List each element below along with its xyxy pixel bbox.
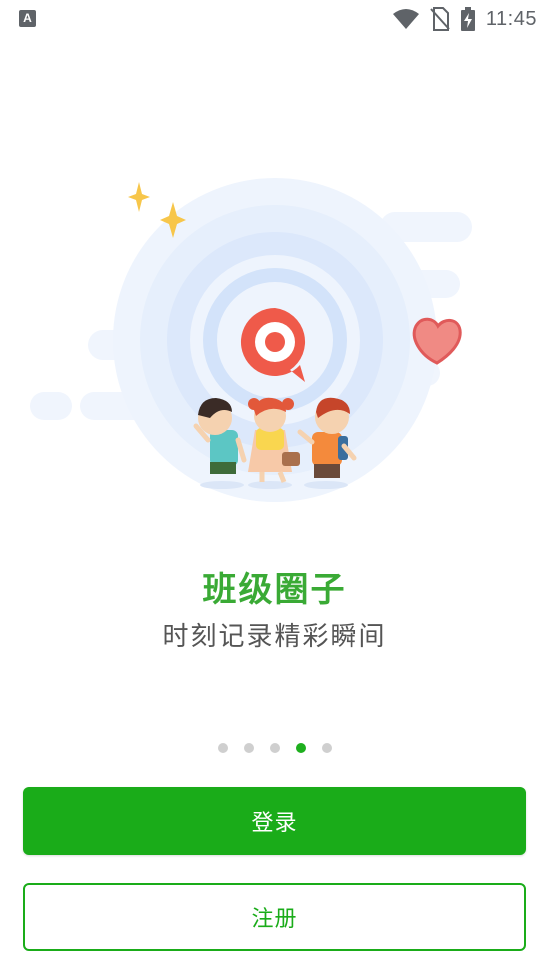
page-dot xyxy=(217,743,228,753)
page-dot xyxy=(269,743,280,753)
wifi-icon xyxy=(392,9,419,29)
login-button[interactable]: 登录 xyxy=(23,787,526,855)
status-bar: A 11:45 xyxy=(0,0,549,38)
no-sim-icon xyxy=(430,7,450,31)
page-dot xyxy=(321,743,332,753)
notification-app-icon: A xyxy=(19,10,36,27)
onboarding-subtitle: 时刻记录精彩瞬间 xyxy=(162,622,387,652)
status-time: 11:45 xyxy=(485,7,537,30)
page-dot-active xyxy=(295,743,306,753)
sparkle-icon xyxy=(128,182,150,212)
class-circle-illustration xyxy=(30,178,472,502)
status-icons: 11:45 xyxy=(392,6,537,32)
onboarding-title: 班级圈子 xyxy=(202,570,347,610)
page-indicator xyxy=(0,743,549,755)
battery-charging-icon xyxy=(460,7,475,31)
page-dot xyxy=(243,743,254,753)
register-button[interactable]: 注册 xyxy=(23,883,526,951)
